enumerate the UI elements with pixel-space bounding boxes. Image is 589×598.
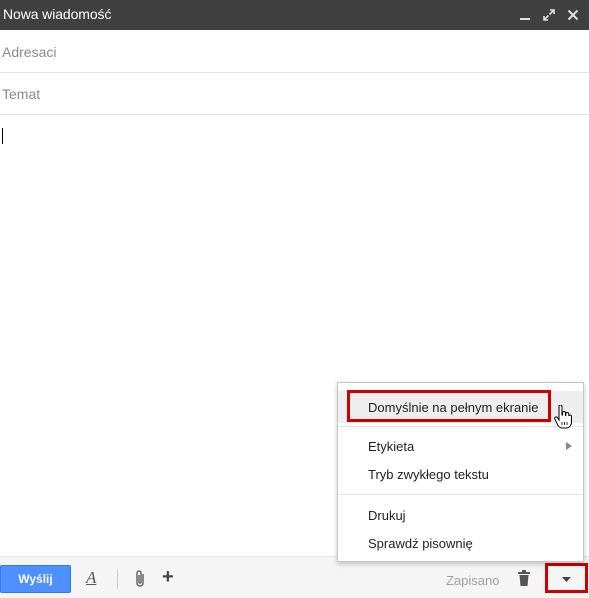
menu-item-plain-text[interactable]: Tryb zwykłego tekstu <box>338 461 583 487</box>
toolbar-divider <box>117 569 118 589</box>
recipients-input[interactable] <box>0 31 589 72</box>
paperclip-icon[interactable] <box>134 569 148 589</box>
options-menu: Domyślnie na pełnym ekranie Etykieta Try… <box>337 382 584 562</box>
text-caret <box>2 128 3 144</box>
menu-divider <box>338 426 583 427</box>
expand-icon[interactable] <box>538 0 560 30</box>
plus-icon[interactable]: + <box>162 566 176 588</box>
trash-icon[interactable] <box>517 570 531 590</box>
more-options-button[interactable] <box>548 567 584 593</box>
menu-divider <box>338 494 583 495</box>
compose-toolbar: Wyślij A + Zapisano <box>0 556 589 598</box>
compose-title: Nowa wiadomość <box>3 6 112 22</box>
saved-status: Zapisano <box>446 573 500 588</box>
recipients-field <box>0 31 589 73</box>
menu-item-print[interactable]: Drukuj <box>338 502 583 528</box>
send-button[interactable]: Wyślij <box>0 565 71 593</box>
close-icon[interactable] <box>562 0 584 30</box>
subject-input[interactable] <box>0 73 589 114</box>
dropdown-arrow-icon <box>562 577 571 582</box>
compose-titlebar[interactable]: Nowa wiadomość <box>0 0 589 30</box>
minimize-icon[interactable] <box>514 0 536 30</box>
subject-field <box>0 73 589 115</box>
submenu-arrow-icon <box>566 442 572 450</box>
text-format-icon[interactable]: A <box>86 568 100 588</box>
menu-item-label[interactable]: Etykieta <box>338 433 583 459</box>
menu-item-default-fullscreen[interactable]: Domyślnie na pełnym ekranie <box>338 391 583 423</box>
menu-item-spellcheck[interactable]: Sprawdź pisownię <box>338 530 583 556</box>
